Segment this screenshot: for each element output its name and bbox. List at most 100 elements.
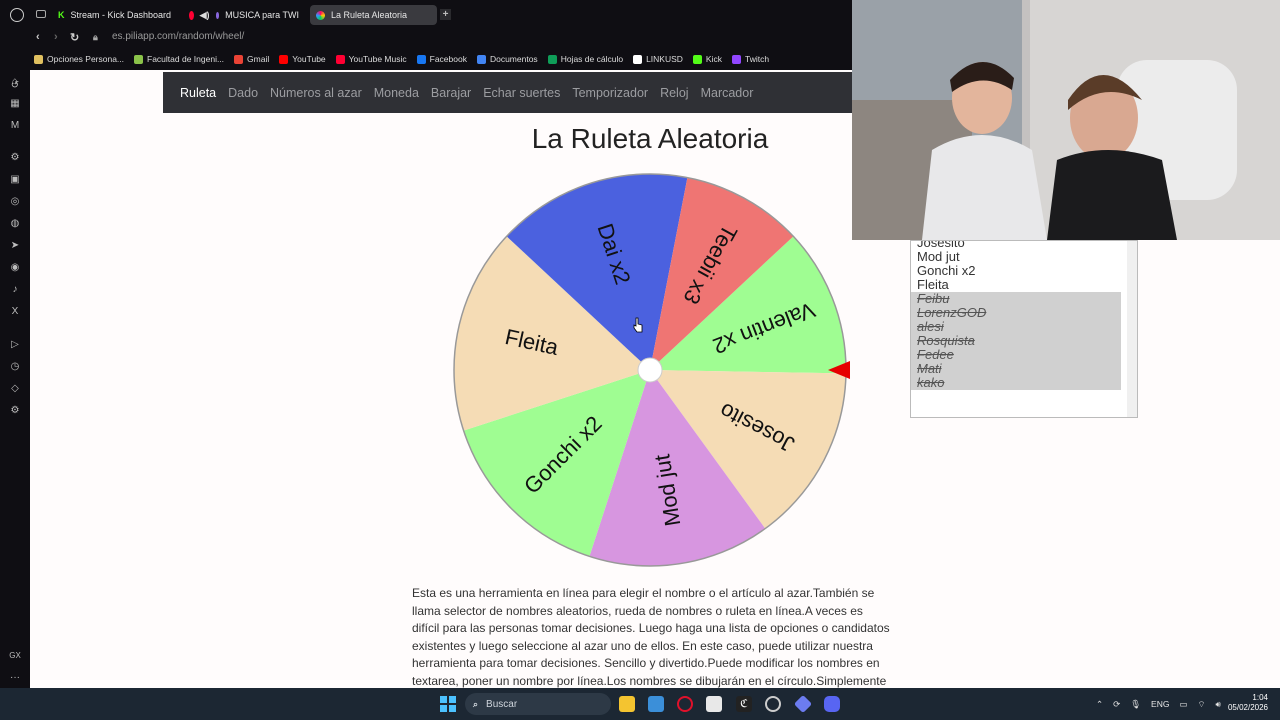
- telegram-icon[interactable]: ➤: [8, 239, 22, 253]
- taskbar-clock[interactable]: 1:04 05/02/2026: [1226, 693, 1268, 713]
- bookmark-item[interactable]: YouTube Music: [335, 54, 407, 64]
- name-line-crossed: Fedee: [911, 348, 1121, 362]
- volume-icon[interactable]: 🔊︎: [1216, 699, 1221, 710]
- taskbar-search[interactable]: ⌕ Buscar: [465, 693, 611, 715]
- bookmark-label: Opciones Persona...: [47, 54, 125, 64]
- youtube-music-icon: [189, 10, 194, 20]
- bookmark-label: Hojas de cálculo: [560, 54, 624, 64]
- language-indicator[interactable]: ENG: [1151, 699, 1169, 709]
- clock-date: 05/02/2026: [1227, 703, 1268, 712]
- nav-item-echar-suertes[interactable]: Echar suertes: [483, 86, 560, 100]
- bookmark-item[interactable]: Gmail: [234, 54, 269, 64]
- webcam-overlay: [852, 0, 1280, 240]
- bookmark-item[interactable]: LINKUSD: [633, 54, 683, 64]
- tab-label: La Ruleta Aleatoria: [331, 10, 408, 20]
- twitch-icon[interactable]: ▣: [8, 173, 22, 187]
- name-line-crossed: kako: [911, 376, 1121, 390]
- instagram-icon[interactable]: ◉: [8, 261, 22, 275]
- system-tray: ⌃ ⟳ 🎙︎ ENG ▭ ⌔ 🔊︎: [1096, 695, 1221, 713]
- speaker-icon[interactable]: ◀): [200, 10, 210, 21]
- bookmark-label: Kick: [705, 54, 722, 64]
- bookmark-icon: [731, 54, 741, 64]
- tiktok-icon[interactable]: ♪: [8, 283, 22, 297]
- player-icon[interactable]: ▷: [8, 338, 22, 352]
- file-explorer-icon[interactable]: [619, 696, 635, 712]
- clock-icon[interactable]: ◷: [8, 360, 22, 374]
- windows-start-icon[interactable]: [440, 696, 456, 712]
- nav-item-reloj[interactable]: Reloj: [660, 86, 689, 100]
- bookmark-item[interactable]: Facebook: [416, 54, 467, 64]
- names-textarea[interactable]: Josesito Mod jut Gonchi x2 Fleita Feibu Loren…: [910, 240, 1138, 418]
- calendar-icon[interactable]: ▦: [8, 97, 22, 111]
- bookmark-item[interactable]: Opciones Persona...: [34, 54, 124, 64]
- bookmark-icon: [416, 54, 426, 64]
- tab-bar: K Stream - Kick Dashboard ◀) MUSICA para…: [0, 0, 852, 30]
- gx-corner-button[interactable]: GX: [8, 649, 22, 663]
- bookmark-icon: [335, 54, 345, 64]
- nav-item-temporizador[interactable]: Temporizador: [572, 86, 648, 100]
- obs-icon[interactable]: [765, 696, 781, 712]
- top-nav: Ruleta Dado Números al azar Moneda Barajar Ec…: [163, 72, 852, 113]
- name-line-crossed: LorenzGOD: [911, 306, 1121, 320]
- whatsapp-icon[interactable]: ◍: [8, 217, 22, 231]
- reload-icon[interactable]: ↻: [70, 31, 79, 44]
- mic-icon[interactable]: 🎙︎: [1130, 699, 1141, 710]
- nav-item-dado[interactable]: Dado: [228, 86, 258, 100]
- wifi-icon[interactable]: ⌔: [1198, 699, 1206, 710]
- name-line-crossed: Rosquista: [911, 334, 1121, 348]
- name-line: Mod jut: [917, 249, 960, 264]
- bookmark-label: YouTube Music: [348, 54, 407, 64]
- workspaces-icon[interactable]: [36, 10, 46, 18]
- textarea-scrollbar[interactable]: [1127, 241, 1137, 417]
- bookmark-label: Facultad de Ingeni...: [147, 54, 225, 64]
- nav-item-moneda[interactable]: Moneda: [374, 86, 419, 100]
- sync-icon[interactable]: ⟳: [1113, 699, 1120, 710]
- app-icon[interactable]: [706, 696, 722, 712]
- chevron-up-icon[interactable]: ⌃: [1096, 699, 1103, 710]
- photos-icon[interactable]: [648, 696, 664, 712]
- tab-musica[interactable]: ◀) MUSICA para TWI: [183, 5, 305, 25]
- hand-cursor-icon: [633, 317, 643, 333]
- bookmark-item[interactable]: Kick: [692, 54, 722, 64]
- bookmark-item[interactable]: Hojas de cálculo: [547, 54, 624, 64]
- clock-time: 1:04: [1252, 693, 1268, 702]
- bookmark-item[interactable]: YouTube: [279, 54, 326, 64]
- bookmark-label: Facebook: [429, 54, 467, 64]
- kick-icon: K: [58, 10, 65, 20]
- forward-icon[interactable]: ›: [54, 31, 58, 43]
- nav-item-números-al-azar[interactable]: Números al azar: [270, 86, 362, 100]
- messenger-icon[interactable]: ◎: [8, 195, 22, 209]
- discord-icon[interactable]: [824, 696, 840, 712]
- browser-sidebar: ↺ ⌂ ▦ M ⚙ ▣ ◎ ◍ ➤ ◉ ♪ X ▷ ◷ ◇ ⚙ GX ···: [0, 66, 30, 688]
- piliapp-icon: [316, 10, 325, 20]
- bookmark-icon: [134, 54, 144, 64]
- nav-item-barajar[interactable]: Barajar: [431, 86, 471, 100]
- new-tab-icon[interactable]: +: [440, 9, 451, 20]
- more-icon[interactable]: ···: [8, 671, 22, 685]
- roulette-wheel[interactable]: Valentin x2JosesitoMod jutGonchi x2Fleit…: [452, 172, 862, 572]
- chatgpt-icon[interactable]: ⚙: [8, 151, 22, 165]
- bookmark-item[interactable]: Documentos: [476, 54, 538, 64]
- tab-ruleta[interactable]: La Ruleta Aleatoria: [310, 5, 437, 25]
- capcut-icon[interactable]: ℭ: [736, 696, 752, 712]
- cube-icon[interactable]: ◇: [8, 382, 22, 396]
- m-icon[interactable]: M: [8, 119, 22, 133]
- settings-icon[interactable]: ⚙: [8, 404, 22, 418]
- bookmark-icon: [633, 54, 643, 64]
- bag-icon[interactable]: ⌂: [8, 75, 22, 89]
- bookmark-item[interactable]: Facultad de Ingeni...: [134, 54, 224, 64]
- tab-kick-dashboard[interactable]: K Stream - Kick Dashboard: [52, 5, 180, 25]
- bookmark-item[interactable]: Twitch: [731, 54, 769, 64]
- nav-item-marcador[interactable]: Marcador: [701, 86, 754, 100]
- url-field[interactable]: es.piliapp.com/random/wheel/: [112, 31, 244, 42]
- x-icon[interactable]: X: [8, 305, 22, 319]
- recording-dot-icon: [215, 11, 220, 19]
- nav-item-ruleta[interactable]: Ruleta: [180, 86, 216, 100]
- opera-gx-taskbar-icon[interactable]: [677, 696, 693, 712]
- name-line: Gonchi x2: [917, 263, 976, 278]
- opera-gx-logo-icon[interactable]: [10, 8, 24, 22]
- wheel-hub[interactable]: [637, 357, 663, 383]
- display-icon[interactable]: ▭: [1179, 699, 1187, 710]
- back-icon[interactable]: ‹: [36, 31, 40, 43]
- bookmark-icon: [279, 54, 289, 64]
